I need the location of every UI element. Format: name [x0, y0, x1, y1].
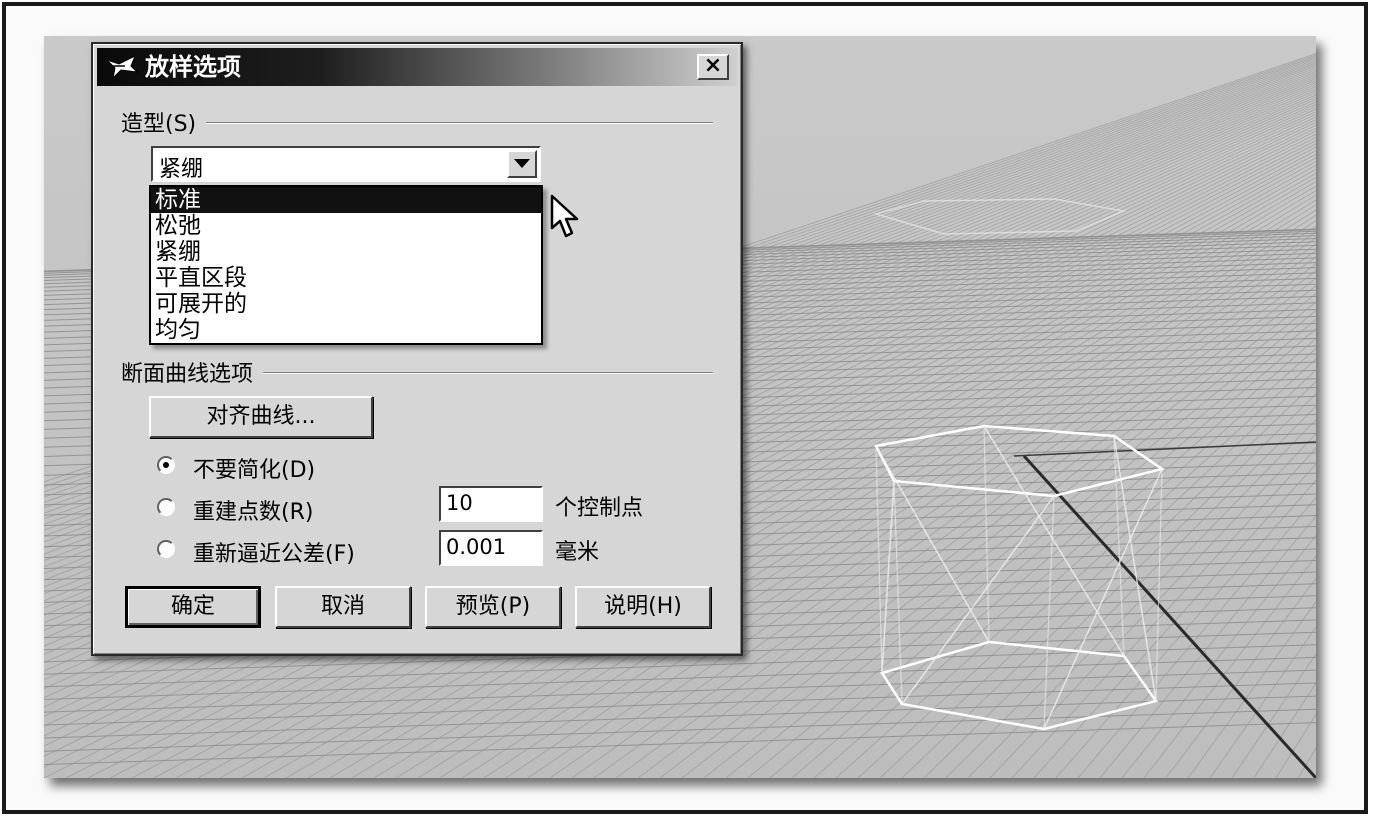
grid-line	[44, 682, 1316, 726]
dropdown-arrow-button[interactable]	[507, 150, 537, 178]
dropdown-option-uniform[interactable]: 均匀	[151, 317, 541, 343]
chevron-down-icon	[514, 159, 530, 168]
rebuild-points-input[interactable]: 10	[439, 486, 543, 522]
radio-label: 不要简化(D)	[193, 458, 316, 483]
dropdown-option-standard[interactable]: 标准	[151, 187, 541, 213]
cancel-button[interactable]: 取消	[275, 586, 411, 628]
radio-button[interactable]	[157, 540, 175, 558]
control-points-unit-label: 个控制点	[555, 496, 644, 521]
dialog-titlebar[interactable]: 放样选项 ×	[97, 48, 737, 86]
section-group-label: 断面曲线选项	[121, 356, 264, 388]
grid-line	[1165, 577, 1316, 778]
wireframe-curve	[873, 198, 1127, 235]
dialog-title: 放样选项	[145, 52, 241, 81]
group-separator	[123, 122, 713, 124]
radio-button[interactable]	[157, 498, 175, 516]
loft-icon	[105, 54, 139, 80]
align-curves-button[interactable]: 对齐曲线...	[149, 396, 373, 438]
grid-line	[983, 425, 990, 643]
radio-label: 重新逼近公差(F)	[193, 542, 355, 567]
grid-line	[1013, 441, 1316, 457]
refit-tolerance-input[interactable]: 0.001	[439, 530, 543, 566]
millimeter-unit-label: 毫米	[555, 540, 600, 565]
loft-options-dialog: 放样选项 × 造型(S) 紧绷 标准 松弛 紧绷 平直区段 可展开的 均匀 断面…	[91, 42, 743, 656]
dropdown-option-straight-sections[interactable]: 平直区段	[151, 265, 541, 291]
radio-rebuild-points[interactable]: 重建点数(R)	[157, 494, 457, 525]
shape-combobox-value: 紧绷	[159, 157, 204, 182]
dropdown-option-loose[interactable]: 松弛	[151, 213, 541, 239]
grid-line	[1022, 454, 1316, 778]
preview-button[interactable]: 预览(P)	[425, 586, 561, 628]
shape-dropdown-list[interactable]: 标准 松弛 紧绷 平直区段 可展开的 均匀	[149, 185, 543, 345]
radio-label: 重建点数(R)	[193, 500, 314, 525]
help-button[interactable]: 说明(H)	[575, 586, 711, 628]
shape-group-label: 造型(S)	[121, 106, 207, 138]
mouse-pointer-icon	[550, 194, 579, 238]
radio-button[interactable]	[157, 456, 175, 474]
radio-refit-tolerance[interactable]: 重新逼近公差(F)	[157, 536, 457, 567]
dropdown-option-tight[interactable]: 紧绷	[151, 239, 541, 265]
dropdown-option-developable[interactable]: 可展开的	[151, 291, 541, 317]
grid-line	[1155, 468, 1163, 702]
close-button[interactable]: ×	[697, 54, 729, 80]
shape-combobox[interactable]: 紧绷	[151, 146, 541, 182]
radio-do-not-simplify[interactable]: 不要简化(D)	[157, 452, 457, 483]
ok-button[interactable]: 确定	[125, 586, 261, 628]
